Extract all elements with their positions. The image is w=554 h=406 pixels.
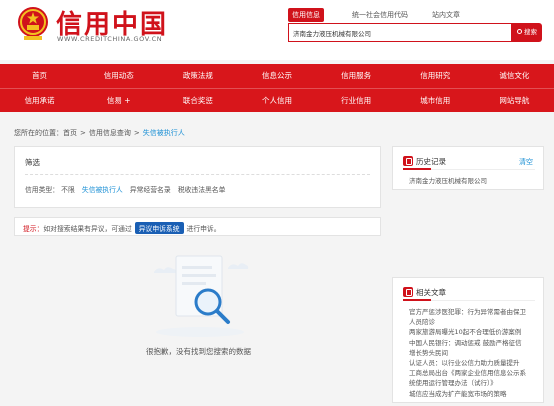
- breadcrumb-current: 失信被执行人: [142, 129, 185, 137]
- history-header: 历史记录: [403, 156, 446, 167]
- breadcrumb-separator: >: [80, 129, 86, 137]
- national-emblem-icon: [18, 7, 48, 40]
- breadcrumb-prefix: 您所在的位置：: [14, 129, 63, 137]
- history-panel: 历史记录 清空 济南金力液压机械有限公司: [392, 146, 544, 190]
- breadcrumb: 您所在的位置：首页 > 信用信息查询 > 失信被执行人: [14, 128, 185, 138]
- related-item[interactable]: 官方严惩涉医犯罪：行为异常需者由保卫: [409, 307, 541, 317]
- tip-text-before: 如对搜索结果有异议，可通过: [43, 225, 132, 233]
- filter-option-tax-blacklist[interactable]: 税收违法黑名单: [178, 186, 226, 194]
- nav-item-culture[interactable]: 诚信文化: [475, 64, 554, 88]
- nav-item-home[interactable]: 首页: [0, 64, 79, 88]
- header-underline: [403, 168, 431, 170]
- search-box: [288, 23, 512, 42]
- tab-credit-code[interactable]: 统一社会信用代码: [350, 8, 410, 22]
- related-item[interactable]: 增长势头民间: [409, 348, 541, 358]
- filter-title: 筛选: [25, 158, 40, 167]
- filter-type-row: 信用类型： 不限 失信被执行人 异常经营名录 税收违法黑名单: [25, 184, 230, 194]
- filter-option-any[interactable]: 不限: [61, 186, 75, 194]
- related-item[interactable]: 城信应当成为扩产能宽市场的策略: [409, 389, 541, 399]
- nav-item-research[interactable]: 信用研究: [396, 64, 475, 88]
- nav-item-rewards[interactable]: 联合奖惩: [158, 89, 237, 112]
- no-results-illustration: [154, 255, 249, 337]
- related-item[interactable]: 认证人员：以行业公信力助力质量提升: [409, 358, 541, 368]
- related-item[interactable]: 两家旅游局曝光10起不合理低价游案例: [409, 327, 541, 337]
- tab-credit-info[interactable]: 信用信息: [288, 8, 324, 22]
- tip-text: 提示：如对搜索结果有异议，可通过 异议申诉系统 进行申诉。: [23, 222, 221, 234]
- history-item[interactable]: 济南金力液压机械有限公司: [409, 175, 487, 185]
- related-item[interactable]: 统使用运行管理办法（试行）》: [409, 378, 541, 388]
- related-header: 相关文章: [403, 287, 446, 298]
- nav-item-news[interactable]: 信用动态: [79, 64, 158, 88]
- related-item[interactable]: 人员陪诊: [409, 317, 541, 327]
- nav-item-industry[interactable]: 行业信用: [317, 89, 396, 112]
- site-url: WWW.CREDITCHINA.GOV.CN: [57, 35, 163, 43]
- history-icon: [403, 156, 413, 166]
- search-input[interactable]: [293, 24, 503, 41]
- filter-option-dishonest[interactable]: 失信被执行人: [82, 186, 123, 194]
- filter-option-abnormal[interactable]: 异常经营名录: [130, 186, 171, 194]
- nav-row-secondary: 信用承诺 信易 + 联合奖惩 个人信用 行业信用 城市信用 网站导航: [0, 88, 554, 112]
- breadcrumb-separator: >: [133, 129, 140, 137]
- divider: [25, 174, 370, 175]
- related-articles-panel: 相关文章 官方严惩涉医犯罪：行为异常需者由保卫 人员陪诊 两家旅游局曝光10起不…: [392, 277, 544, 403]
- no-results-message: 很抱歉，没有找到您搜索的数据: [146, 347, 251, 356]
- tip-bar: 提示：如对搜索结果有异议，可通过 异议申诉系统 进行申诉。: [14, 217, 381, 236]
- main-nav: 首页 信用动态 政策法规 信息公示 信用服务 信用研究 诚信文化 信用承诺 信易…: [0, 64, 554, 112]
- search-icon: [517, 28, 522, 34]
- filter-panel: 筛选 信用类型： 不限 失信被执行人 异常经营名录 税收违法黑名单: [14, 146, 381, 208]
- related-item[interactable]: 中国人民银行：调动惩戒 鼓励严格征信: [409, 338, 541, 348]
- site-header: 信用中国 WWW.CREDITCHINA.GOV.CN 信用信息 统一社会信用代…: [0, 0, 554, 60]
- nav-row-primary: 首页 信用动态 政策法规 信息公示 信用服务 信用研究 诚信文化: [0, 64, 554, 88]
- nav-item-policy[interactable]: 政策法规: [158, 64, 237, 88]
- tab-site-articles[interactable]: 站内文章: [428, 8, 464, 22]
- nav-item-personal[interactable]: 个人信用: [237, 89, 316, 112]
- related-title: 相关文章: [416, 288, 446, 297]
- nav-item-xinyi[interactable]: 信易 +: [79, 89, 158, 112]
- related-item[interactable]: 工商总局出台《两家企业信用信息公示系: [409, 368, 541, 378]
- breadcrumb-home[interactable]: 首页: [63, 129, 77, 137]
- nav-item-sitemap[interactable]: 网站导航: [475, 89, 554, 112]
- tip-text-after: 进行申诉。: [186, 225, 221, 233]
- nav-item-disclosure[interactable]: 信息公示: [237, 64, 316, 88]
- filter-type-label: 信用类型：: [25, 186, 59, 194]
- nav-item-commitment[interactable]: 信用承诺: [0, 89, 79, 112]
- header-underline: [403, 299, 431, 301]
- clear-history-link[interactable]: 清空: [519, 157, 533, 167]
- article-icon: [403, 287, 413, 297]
- tip-label: 提示：: [23, 225, 44, 233]
- appeal-system-button[interactable]: 异议申诉系统: [134, 222, 184, 234]
- search-button-label: 搜索: [524, 28, 537, 36]
- nav-item-city[interactable]: 城市信用: [396, 89, 475, 112]
- history-title: 历史记录: [416, 157, 446, 166]
- search-button[interactable]: 搜索: [512, 23, 542, 42]
- nav-item-services[interactable]: 信用服务: [317, 64, 396, 88]
- related-list: 官方严惩涉医犯罪：行为异常需者由保卫 人员陪诊 两家旅游局曝光10起不合理低价游…: [409, 307, 541, 399]
- breadcrumb-section[interactable]: 信用信息查询: [89, 129, 131, 137]
